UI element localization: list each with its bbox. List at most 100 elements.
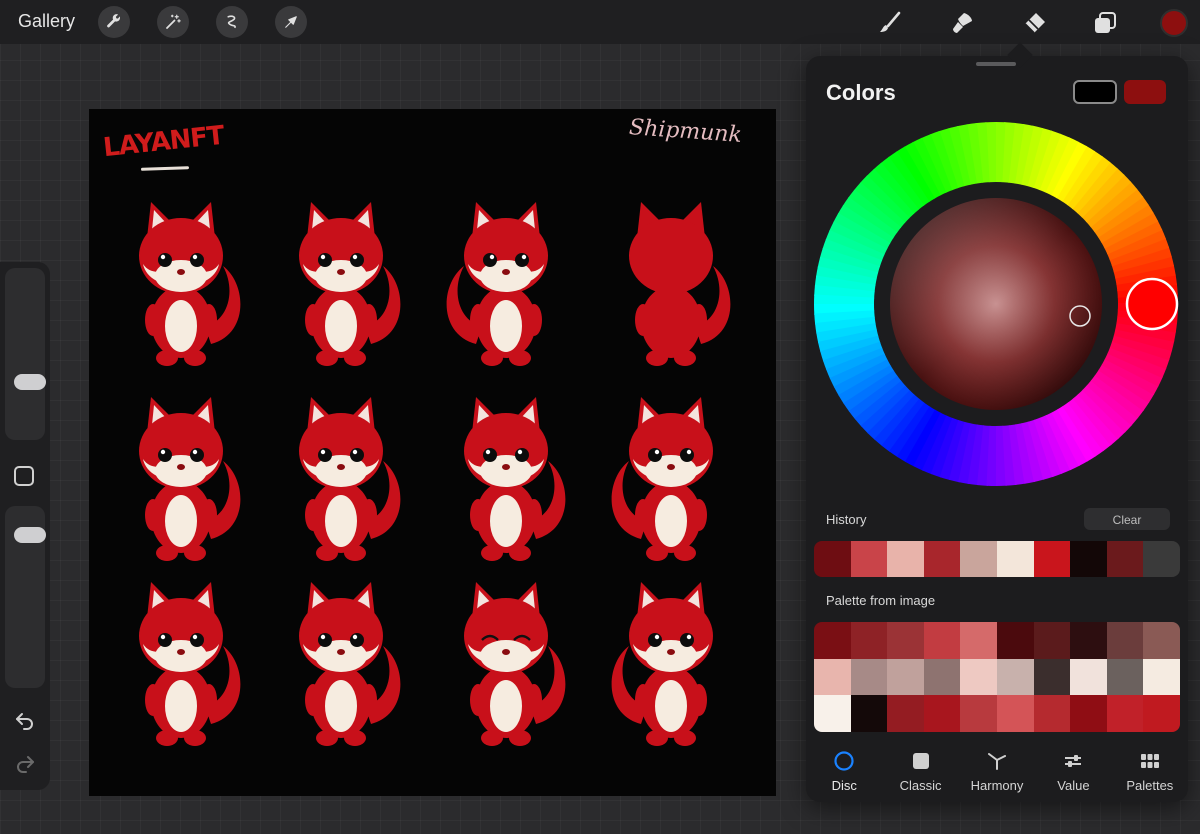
palette-swatch[interactable]: [1143, 622, 1180, 659]
history-swatch[interactable]: [1070, 541, 1107, 577]
brush-size-slider[interactable]: [5, 268, 46, 440]
palette-swatch[interactable]: [1070, 695, 1107, 732]
history-swatch[interactable]: [1033, 541, 1071, 577]
palette-swatch[interactable]: [1106, 622, 1144, 659]
palette-swatch[interactable]: [923, 695, 961, 732]
palette-swatch[interactable]: [887, 658, 924, 696]
palette-swatch[interactable]: [1033, 658, 1071, 696]
history-swatch[interactable]: [1143, 541, 1180, 577]
palette-swatch[interactable]: [850, 658, 888, 696]
palette-swatch[interactable]: [996, 622, 1034, 659]
artist-signature: LAYANFT: [101, 120, 226, 164]
character-pose: [279, 194, 403, 374]
signature-underline: [140, 166, 190, 171]
current-color-button[interactable]: [1160, 9, 1188, 37]
character-pose: [444, 574, 568, 754]
history-swatch[interactable]: [923, 541, 961, 577]
palette-swatch[interactable]: [1070, 658, 1107, 696]
palette-swatch[interactable]: [960, 695, 997, 732]
classic-square-icon: [911, 751, 931, 771]
character-name-tag: Shipmunk: [628, 115, 743, 148]
modify-square-icon[interactable]: [14, 466, 34, 486]
history-swatches: [814, 541, 1180, 577]
tab-palettes-label: Palettes: [1126, 778, 1174, 793]
tab-disc[interactable]: Disc: [806, 740, 882, 802]
adjustments-button[interactable]: [157, 6, 189, 38]
history-label: History: [826, 512, 867, 527]
left-sidebar: [0, 262, 50, 790]
palette-swatch[interactable]: [850, 695, 888, 732]
panel-grabber[interactable]: [976, 62, 1016, 66]
layers-icon: [1095, 12, 1116, 33]
character-pose: [609, 389, 733, 569]
palette-swatch[interactable]: [887, 695, 924, 732]
actions-button[interactable]: [98, 6, 130, 38]
smudge-icon: [953, 13, 972, 33]
gallery-button[interactable]: Gallery: [18, 11, 75, 32]
eraser-tool[interactable]: [1020, 9, 1048, 37]
history-swatch[interactable]: [850, 541, 888, 577]
drawing-canvas[interactable]: LAYANFT Shipmunk: [89, 109, 776, 796]
hue-marker[interactable]: [1125, 277, 1179, 331]
transform-arrow-icon: [285, 16, 297, 28]
harmony-icon: [987, 751, 1007, 771]
history-swatch[interactable]: [814, 541, 851, 577]
palette-swatch[interactable]: [1143, 695, 1180, 732]
palette-swatch[interactable]: [1143, 658, 1180, 696]
character-pose: [119, 389, 243, 569]
layers-tool[interactable]: [1091, 9, 1119, 37]
undo-icon[interactable]: [13, 708, 37, 732]
palette-swatches: [814, 622, 1180, 732]
palette-swatch[interactable]: [960, 622, 997, 659]
panel-title: Colors: [826, 80, 896, 105]
top-toolbar: Gallery: [0, 0, 1200, 44]
palettes-grid-icon: [1140, 751, 1160, 771]
history-swatch[interactable]: [960, 541, 997, 577]
palette-swatch[interactable]: [887, 622, 924, 659]
tab-classic[interactable]: Classic: [882, 740, 958, 802]
history-swatch[interactable]: [996, 541, 1034, 577]
palette-swatch[interactable]: [996, 658, 1034, 696]
history-swatch[interactable]: [887, 541, 924, 577]
palette-swatch[interactable]: [850, 622, 888, 659]
palette-swatch[interactable]: [1033, 695, 1071, 732]
colors-panel: Colors History Clear Palette from image: [806, 56, 1188, 802]
brush-size-thumb[interactable]: [14, 374, 46, 390]
primary-color-swatch[interactable]: [1124, 80, 1166, 104]
palette-label: Palette from image: [826, 593, 936, 608]
palette-swatch[interactable]: [1106, 658, 1144, 696]
opacity-slider[interactable]: [5, 506, 46, 688]
palette-swatch[interactable]: [814, 622, 851, 659]
palette-swatch[interactable]: [814, 658, 851, 696]
tab-value[interactable]: Value: [1035, 740, 1111, 802]
palette-swatch[interactable]: [1106, 695, 1144, 732]
eraser-icon: [1024, 13, 1045, 34]
selection-button[interactable]: [216, 6, 248, 38]
secondary-color-swatch[interactable]: [1073, 80, 1117, 104]
opacity-thumb[interactable]: [14, 527, 46, 543]
history-swatch[interactable]: [1106, 541, 1144, 577]
redo-icon[interactable]: [13, 751, 37, 775]
palette-swatch[interactable]: [960, 658, 997, 696]
palette-swatch[interactable]: [814, 695, 851, 732]
tab-harmony[interactable]: Harmony: [959, 740, 1035, 802]
palette-swatch[interactable]: [1070, 622, 1107, 659]
palette-swatch[interactable]: [923, 622, 961, 659]
smudge-tool[interactable]: [948, 9, 976, 37]
color-disc[interactable]: [812, 120, 1180, 488]
character-pose: [444, 194, 568, 374]
wrench-icon: [107, 14, 120, 28]
palette-swatch[interactable]: [923, 658, 961, 696]
character-pose: [279, 574, 403, 754]
clear-history-button[interactable]: Clear: [1084, 508, 1170, 530]
tab-palettes[interactable]: Palettes: [1112, 740, 1188, 802]
palette-swatch[interactable]: [1033, 622, 1071, 659]
palette-swatch[interactable]: [996, 695, 1034, 732]
brush-tool[interactable]: [876, 9, 904, 37]
character-pose: [609, 574, 733, 754]
tab-value-label: Value: [1057, 778, 1090, 793]
character-pose: [609, 194, 733, 374]
transform-button[interactable]: [275, 6, 307, 38]
character-pose: [119, 194, 243, 374]
tab-harmony-label: Harmony: [970, 778, 1024, 793]
